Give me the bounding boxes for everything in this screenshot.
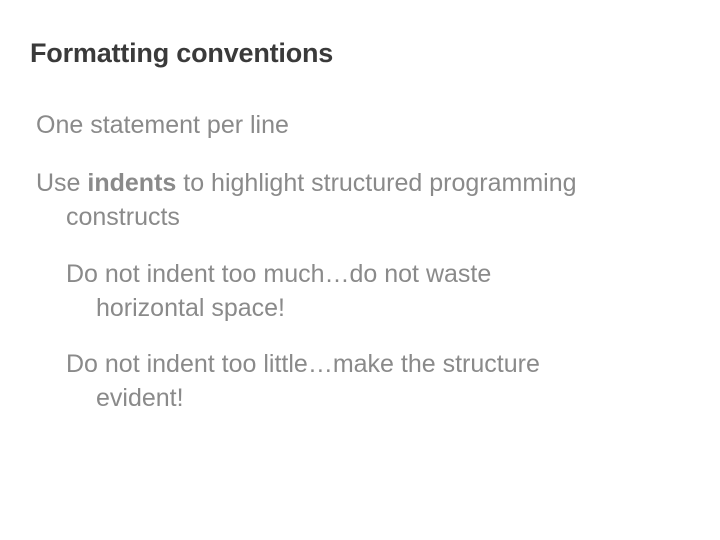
bullet-continuation: evident! xyxy=(66,382,690,416)
bullet-level-2: Do not indent too little…make the struct… xyxy=(30,348,690,416)
bullet-level-2: Do not indent too much…do not waste hori… xyxy=(30,258,690,326)
bullet-text-bold: indents xyxy=(87,169,176,197)
slide-title: Formatting conventions xyxy=(30,38,690,69)
bullet-level-1: One statement per line xyxy=(30,109,690,143)
bullet-continuation: constructs xyxy=(36,201,690,235)
bullet-text: Do not indent too much…do not waste xyxy=(66,260,491,288)
bullet-text: Do not indent too little…make the struct… xyxy=(66,350,540,378)
bullet-text: One statement per line xyxy=(36,111,289,139)
bullet-level-1: Use indents to highlight structured prog… xyxy=(30,167,690,235)
bullet-text-post: to highlight structured programming xyxy=(176,169,576,197)
bullet-text-pre: Use xyxy=(36,169,87,197)
bullet-continuation: horizontal space! xyxy=(66,292,690,326)
